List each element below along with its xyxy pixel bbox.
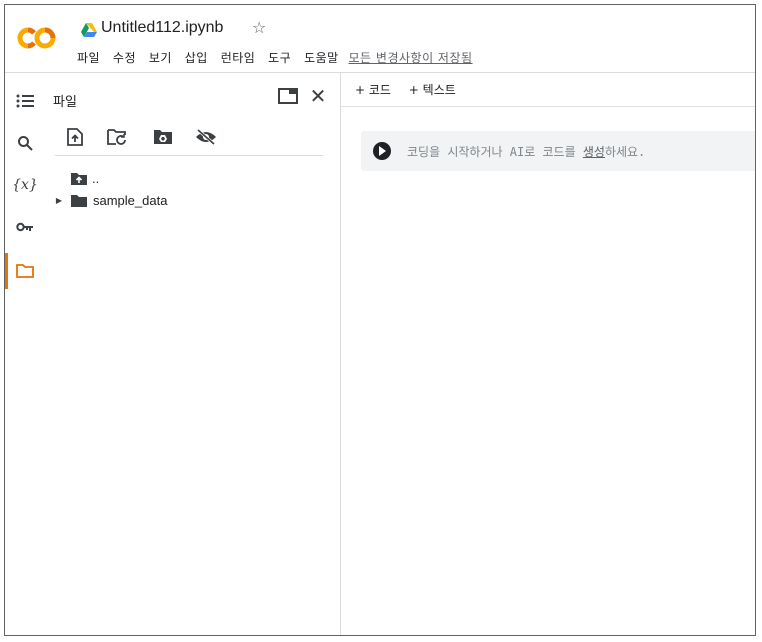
notebook-title[interactable]: Untitled112.ipynb xyxy=(101,19,223,37)
header-divider xyxy=(5,72,755,73)
folder-up-icon xyxy=(71,172,87,185)
menu-bar: 파일 수정 보기 삽입 런타임 도구 도움말 모든 변경사항이 저장됨 xyxy=(77,49,473,67)
search-button[interactable] xyxy=(11,129,39,157)
active-indicator xyxy=(5,253,8,289)
toolbar-divider xyxy=(341,106,755,107)
parent-folder-label: .. xyxy=(92,170,100,186)
add-text-button[interactable]: + 텍스트 xyxy=(409,81,456,98)
panel-maximize-button[interactable] xyxy=(277,85,299,107)
menu-file[interactable]: 파일 xyxy=(77,49,100,66)
variables-button[interactable]: {x} xyxy=(11,171,39,199)
close-icon[interactable]: ✕ xyxy=(307,85,329,107)
google-drive-icon xyxy=(81,23,97,37)
hide-files-button[interactable] xyxy=(195,126,217,148)
menu-view[interactable]: 보기 xyxy=(149,49,172,66)
tree-parent-folder[interactable]: .. xyxy=(71,169,99,187)
upload-file-button[interactable] xyxy=(64,126,86,148)
menu-insert[interactable]: 삽입 xyxy=(185,49,208,66)
play-icon xyxy=(379,146,386,156)
panel-divider xyxy=(55,155,323,156)
code-cell[interactable]: 코딩을 시작하거나 AI로 코드를 생성하세요. xyxy=(361,131,755,171)
toc-icon xyxy=(16,94,34,108)
placeholder-suffix: 하세요. xyxy=(604,145,646,159)
secrets-button[interactable] xyxy=(11,213,39,241)
notebook-toolbar: + 코드 + 텍스트 xyxy=(355,81,470,98)
folder-label: sample_data xyxy=(93,192,168,208)
menu-runtime[interactable]: 런타임 xyxy=(221,49,256,66)
panel-splitter[interactable] xyxy=(340,72,341,635)
cell-placeholder[interactable]: 코딩을 시작하거나 AI로 코드를 생성하세요. xyxy=(407,143,645,160)
open-in-tab-icon xyxy=(278,88,298,104)
chevron-right-icon[interactable]: ▶ xyxy=(51,196,67,205)
menu-tools[interactable]: 도구 xyxy=(268,49,291,66)
variables-icon: {x} xyxy=(12,177,38,193)
upload-file-icon xyxy=(67,128,83,146)
save-status-link[interactable]: 모든 변경사항이 저장됨 xyxy=(349,49,473,66)
mount-drive-icon xyxy=(154,130,172,144)
folder-icon xyxy=(71,194,87,207)
menu-help[interactable]: 도움말 xyxy=(304,49,339,66)
hide-icon xyxy=(196,129,216,145)
folder-icon xyxy=(16,264,34,278)
refresh-button[interactable] xyxy=(106,126,128,148)
colab-window: Untitled112.ipynb ☆ 파일 수정 보기 삽입 런타임 도구 도… xyxy=(4,4,756,636)
tree-folder-sample-data[interactable]: ▶ sample_data xyxy=(51,191,168,209)
key-icon xyxy=(16,222,33,232)
star-outline-icon[interactable]: ☆ xyxy=(252,18,266,38)
panel-title: 파일 xyxy=(53,95,77,110)
run-cell-button[interactable] xyxy=(373,142,391,160)
files-button[interactable] xyxy=(11,257,39,285)
placeholder-prefix: 코딩을 시작하거나 AI로 코드를 xyxy=(407,145,583,159)
colab-logo[interactable] xyxy=(17,25,57,51)
mount-drive-button[interactable] xyxy=(152,126,174,148)
add-code-button[interactable]: + 코드 xyxy=(355,81,391,98)
menu-edit[interactable]: 수정 xyxy=(113,49,136,66)
search-icon xyxy=(18,136,33,151)
generate-link[interactable]: 생성 xyxy=(583,145,605,159)
refresh-icon xyxy=(107,129,126,145)
table-of-contents-button[interactable] xyxy=(11,87,39,115)
